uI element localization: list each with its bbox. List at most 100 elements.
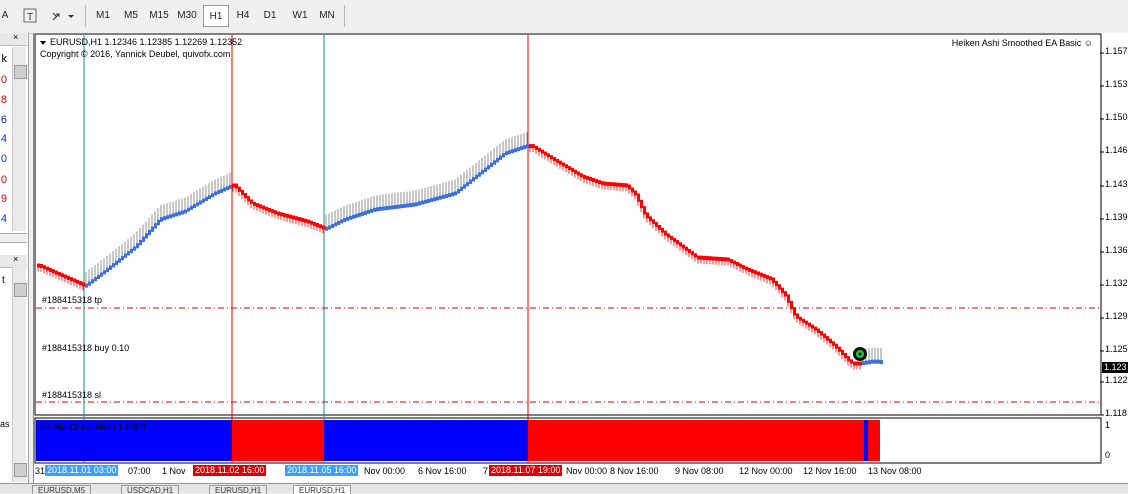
candle-body bbox=[739, 263, 742, 268]
candle-body bbox=[280, 212, 283, 217]
timeframe-d1-button[interactable]: D1 bbox=[258, 5, 282, 27]
timeframe-h1-button[interactable]: H1 bbox=[203, 5, 229, 27]
candle-body bbox=[577, 171, 580, 176]
chart-tab[interactable]: EURUSD,H1 bbox=[293, 485, 352, 494]
price-label: 1.157 bbox=[1105, 46, 1128, 56]
candle-body bbox=[373, 207, 376, 212]
candle-body bbox=[316, 223, 319, 228]
text-tool-icon[interactable]: T bbox=[22, 5, 38, 27]
candle-body bbox=[226, 186, 229, 191]
candle-body bbox=[40, 263, 43, 268]
price-chart[interactable] bbox=[34, 33, 1128, 483]
candle-body bbox=[421, 200, 424, 205]
candle-body bbox=[172, 213, 175, 218]
candle-body bbox=[169, 214, 172, 219]
toolbar-partial-button[interactable]: A bbox=[0, 5, 10, 27]
candle-body bbox=[535, 145, 538, 150]
candle-body bbox=[430, 198, 433, 203]
timeframe-m1-button[interactable]: M1 bbox=[91, 5, 115, 27]
candle-body bbox=[880, 360, 883, 365]
candle-body bbox=[223, 187, 226, 192]
candle-body bbox=[520, 146, 523, 151]
timeframe-m30-button[interactable]: M30 bbox=[174, 5, 200, 27]
candle-body bbox=[703, 255, 706, 260]
candle-body bbox=[136, 243, 139, 249]
candle-body bbox=[469, 179, 472, 184]
candle-body bbox=[37, 263, 40, 268]
candle-body bbox=[823, 333, 826, 339]
candle-body bbox=[487, 165, 490, 170]
market-watch-cell: 4 bbox=[0, 133, 7, 145]
candle-body bbox=[139, 239, 142, 246]
candle-body bbox=[403, 203, 406, 208]
candle-body bbox=[733, 260, 736, 265]
close-icon[interactable]: × bbox=[13, 254, 18, 264]
navigator-scrollbar[interactable] bbox=[12, 267, 27, 482]
candle-body bbox=[853, 361, 856, 366]
timeframe-w1-button[interactable]: W1 bbox=[287, 5, 313, 27]
candle-body bbox=[784, 291, 787, 297]
candle-body bbox=[652, 219, 655, 225]
candle-body bbox=[85, 283, 88, 288]
candle-body bbox=[253, 201, 256, 206]
close-icon[interactable]: × bbox=[13, 33, 18, 42]
candle-body bbox=[166, 215, 169, 220]
candle-body bbox=[184, 209, 187, 214]
price-label: 1.139 bbox=[1105, 212, 1128, 222]
price-label: 1.136 bbox=[1105, 245, 1128, 255]
chart-tab[interactable]: EURUSD,H1 bbox=[209, 485, 268, 494]
candle-body bbox=[505, 151, 508, 156]
candle-body bbox=[292, 215, 295, 220]
candle-body bbox=[862, 361, 865, 366]
candle-body bbox=[181, 210, 184, 215]
arrows-tool-icon[interactable] bbox=[48, 5, 76, 27]
time-label: 07:00 bbox=[128, 466, 151, 476]
chart-window[interactable]: EURUSD,H1 1.12346 1.12385 1.12269 1.1235… bbox=[33, 33, 1128, 483]
candle-body bbox=[358, 212, 361, 217]
candle-body bbox=[808, 322, 811, 327]
price-label: 1.129 bbox=[1105, 311, 1128, 321]
candle-body bbox=[91, 279, 94, 284]
ma-cross-histogram bbox=[36, 420, 880, 461]
candle-body bbox=[445, 193, 448, 198]
candle-body bbox=[151, 226, 154, 232]
candle-body bbox=[622, 183, 625, 188]
chart-tab[interactable]: EURUSD,M5 bbox=[32, 485, 92, 494]
candle-body bbox=[241, 189, 244, 196]
timeframe-mn-button[interactable]: MN bbox=[314, 5, 340, 27]
candle-body bbox=[553, 157, 556, 162]
time-label: 12 Nov 00:00 bbox=[739, 466, 793, 476]
candle-body bbox=[370, 208, 373, 213]
timeframe-h4-button[interactable]: H4 bbox=[231, 5, 255, 27]
candle-body bbox=[178, 211, 181, 216]
candle-body bbox=[277, 211, 280, 216]
candle-body bbox=[382, 206, 385, 211]
candle-body bbox=[424, 199, 427, 204]
candle-body bbox=[682, 244, 685, 249]
candle-body bbox=[616, 182, 619, 187]
timeframe-m5-button[interactable]: M5 bbox=[119, 5, 143, 27]
chart-tab[interactable]: USDCAD,H1 bbox=[121, 485, 180, 494]
trade-sl-label: #188415318 sl bbox=[42, 390, 102, 400]
time-label: 13 Nov 08:00 bbox=[868, 466, 922, 476]
heiken-ashi-candles bbox=[37, 132, 883, 370]
candle-body bbox=[667, 233, 670, 238]
market-watch-scrollbar[interactable] bbox=[12, 47, 27, 231]
candle-body bbox=[268, 207, 271, 212]
candle-body bbox=[220, 188, 223, 193]
candle-body bbox=[835, 343, 838, 349]
candle-body bbox=[376, 207, 379, 212]
candle-body bbox=[673, 237, 676, 243]
dropdown-triangle-icon bbox=[40, 40, 46, 45]
candle-body bbox=[355, 213, 358, 218]
candle-body bbox=[298, 217, 301, 222]
candle-body bbox=[595, 179, 598, 184]
candle-body bbox=[58, 271, 61, 276]
candle-body bbox=[658, 224, 661, 230]
candle-body bbox=[418, 201, 421, 206]
candle-body bbox=[694, 253, 697, 258]
candle-body bbox=[352, 214, 355, 219]
candle-body bbox=[820, 331, 823, 336]
timeframe-m15-button[interactable]: M15 bbox=[146, 5, 172, 27]
price-label: 1.153 bbox=[1105, 79, 1128, 89]
